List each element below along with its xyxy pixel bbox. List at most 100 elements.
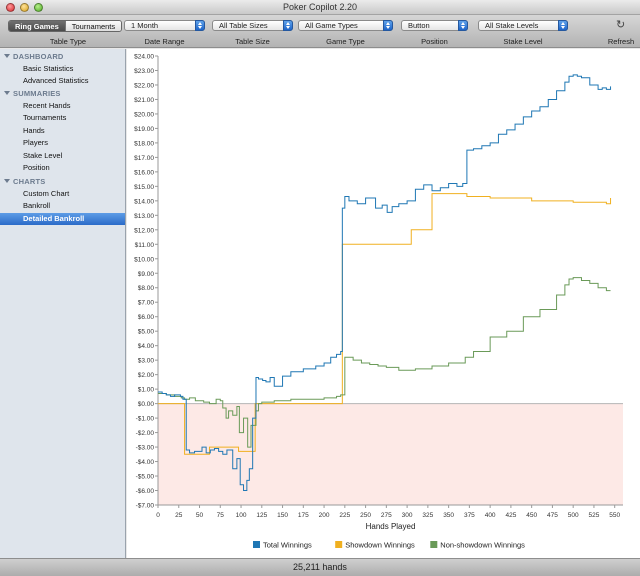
legend-label: Non-showdown Winnings [440,541,525,550]
y-tick-label: $5.00 [138,329,155,336]
x-tick-label: 250 [360,512,371,519]
y-tick-label: $23.00 [134,68,154,75]
y-tick-label: $11.00 [135,242,155,249]
toolbar: Ring Games Tournaments Table Type 1 Mont… [0,15,640,48]
y-tick-label: $4.00 [138,343,155,350]
sidebar-section-summaries[interactable]: SUMMARIES [4,89,61,98]
refresh-icon[interactable]: ↻ [616,20,625,31]
x-tick-label: 275 [381,512,392,519]
x-tick-label: 0 [156,512,160,519]
position-value: Button [408,21,430,30]
sidebar-item-stake-level[interactable]: Stake Level [0,150,125,162]
y-tick-label: $10.00 [134,256,154,263]
sidebar-section-title: CHARTS [13,177,46,186]
popup-arrows-icon [558,20,568,31]
game-type-label: Game Type [326,37,365,46]
x-tick-label: 200 [319,512,330,519]
y-tick-label: $19.00 [134,126,154,133]
sidebar-section-dashboard[interactable]: DASHBOARD [4,52,64,61]
x-tick-label: 175 [298,512,309,519]
stake-level-popup[interactable]: All Stake Levels [478,20,568,31]
x-tick-label: 475 [547,512,558,519]
table-size-label: Table Size [235,37,270,46]
sidebar-section-title: SUMMARIES [13,89,61,98]
sidebar-section-charts[interactable]: CHARTS [4,177,45,186]
sidebar-item-custom-chart[interactable]: Custom Chart [0,188,125,200]
sidebar-item-recent-hands[interactable]: Recent Hands [0,100,125,112]
y-tick-label: $22.00 [134,82,154,89]
x-tick-label: 300 [402,512,413,519]
y-tick-label: -$7.00 [136,503,155,510]
status-bar: 25,211 hands [0,558,640,576]
y-tick-label: $16.00 [134,169,154,176]
popup-arrows-icon [195,20,205,31]
x-tick-label: 375 [464,512,475,519]
chart-panel: -$7.00 -$6.00 -$5.00 -$4.00 -$3.00 -$2.00 -$1.… [127,49,640,558]
x-tick-label: 225 [339,512,350,519]
y-tick-label: -$6.00 [136,488,155,495]
y-tick-label: $8.00 [138,285,155,292]
y-tick-label: $21.00 [134,97,154,104]
segment-ring-games[interactable]: Ring Games [9,21,65,31]
popup-arrows-icon [383,20,393,31]
y-tick-label: $0.00 [138,401,155,408]
game-type-value: All Game Types [305,21,358,30]
sidebar-item-detailed-bankroll[interactable]: Detailed Bankroll [0,213,125,225]
y-tick-label: $6.00 [138,314,155,321]
x-tick-label: 50 [196,512,204,519]
y-tick-label: $14.00 [134,198,154,205]
negative-region-band [158,403,623,505]
x-tick-label: 400 [485,512,496,519]
y-tick-label: $24.00 [134,54,154,61]
sidebar-item-players[interactable]: Players [0,137,125,149]
sidebar-item-bankroll[interactable]: Bankroll [0,200,125,212]
disclosure-triangle-icon [4,91,10,95]
y-tick-label: $12.00 [134,227,154,234]
disclosure-triangle-icon [4,179,10,183]
y-tick-label: -$1.00 [136,416,155,423]
refresh-label[interactable]: Refresh [604,37,638,46]
legend-label: Total Winnings [263,541,312,550]
x-tick-label: 350 [443,512,454,519]
popup-arrows-icon [458,20,468,31]
window-title: Poker Copilot 2.20 [282,2,358,12]
y-tick-label: -$5.00 [136,474,155,481]
stake-level-label: Stake Level [503,37,543,46]
y-tick-label: -$3.00 [136,445,155,452]
sidebar: DASHBOARD Basic Statistics Advanced Stat… [0,49,126,558]
sidebar-item-tournaments[interactable]: Tournaments [0,112,125,124]
date-range-label: Date Range [144,37,185,46]
sidebar-item-position[interactable]: Position [0,162,125,174]
legend-swatch [335,541,343,548]
x-tick-label: 150 [277,512,288,519]
y-tick-label: $7.00 [138,300,155,307]
table-size-value: All Table Sizes [219,21,268,30]
y-tick-label: $3.00 [138,358,155,365]
segment-tournaments[interactable]: Tournaments [64,21,122,31]
popup-arrows-icon [283,20,293,31]
legend-label: Showdown Winnings [345,541,415,550]
game-type-popup[interactable]: All Game Types [298,20,393,31]
table-type-segmented-control[interactable]: Ring Games Tournaments [8,20,123,32]
y-tick-label: $2.00 [138,372,155,379]
sidebar-item-advanced-statistics[interactable]: Advanced Statistics [0,75,125,87]
x-tick-label: 325 [422,512,433,519]
y-tick-label: -$4.00 [136,459,155,466]
bankroll-chart: -$7.00 -$6.00 -$5.00 -$4.00 -$3.00 -$2.00 -$1.… [134,54,623,550]
stake-level-value: All Stake Levels [485,21,539,30]
date-range-value: 1 Month [131,21,159,30]
x-axis-label: Hands Played [366,522,416,531]
legend-swatch [430,541,438,548]
x-tick-label: 75 [217,512,225,519]
position-popup[interactable]: Button [401,20,468,31]
sidebar-item-hands[interactable]: Hands [0,125,125,137]
sidebar-item-basic-statistics[interactable]: Basic Statistics [0,63,125,75]
x-tick-label: 125 [256,512,267,519]
legend-swatch [253,541,260,548]
sidebar-section-title: DASHBOARD [13,52,64,61]
table-size-popup[interactable]: All Table Sizes [212,20,293,31]
date-range-popup[interactable]: 1 Month [124,20,205,31]
x-tick-label: 525 [589,512,600,519]
y-tick-label: $13.00 [134,213,154,220]
x-tick-label: 425 [505,512,516,519]
